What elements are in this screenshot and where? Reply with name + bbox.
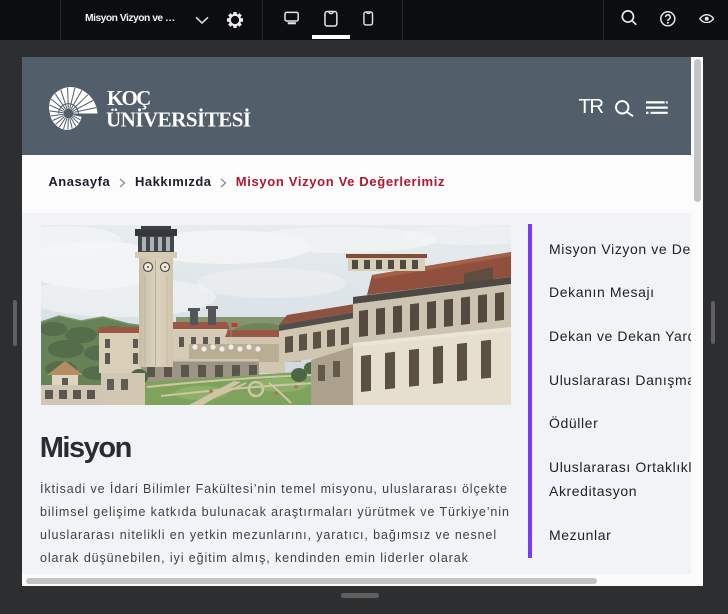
svg-text:ÜNİVERSİTESİ: ÜNİVERSİTESİ <box>106 107 251 131</box>
svg-text:KOÇ: KOÇ <box>107 86 150 110</box>
